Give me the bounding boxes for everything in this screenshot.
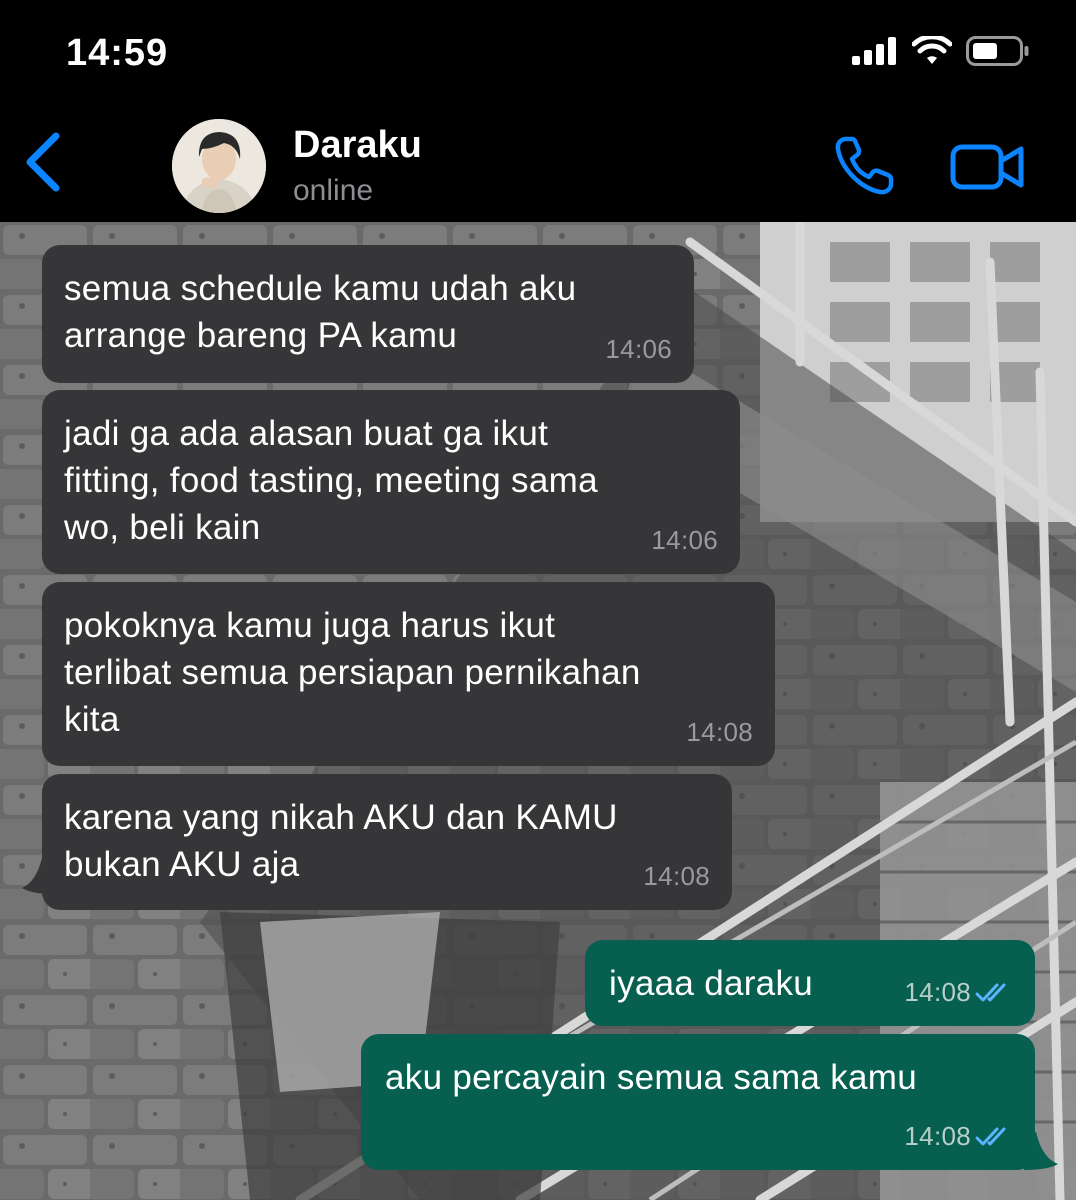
message-text: aku percayain semua sama kamu: [385, 1058, 918, 1097]
chat-header: Daraku online: [0, 104, 1076, 222]
contact-avatar[interactable]: [172, 119, 266, 213]
status-icons: [852, 36, 1030, 66]
message-time: 14:08: [686, 717, 753, 747]
message-meta: 14:06: [605, 326, 672, 373]
message-bubble-outgoing[interactable]: iyaaa daraku 14:08: [585, 940, 1035, 1026]
message-time: 14:08: [643, 861, 710, 891]
message-meta: 14:08: [686, 709, 753, 756]
message-meta: 14:08: [643, 853, 710, 900]
message-text: pokoknya kamu juga harus ikut terlibat s…: [64, 606, 641, 739]
read-receipt-icon: [975, 1127, 1006, 1145]
bubble-tail: [1024, 1132, 1058, 1170]
message-time: 14:06: [651, 525, 718, 555]
message-time: 14:08: [904, 977, 971, 1007]
message-bubble-incoming[interactable]: karena yang nikah AKU dan KAMU bukan AKU…: [42, 774, 732, 910]
chat-area[interactable]: semua schedule kamu udah aku arrange bar…: [0, 222, 1076, 1200]
message-bubble-incoming[interactable]: semua schedule kamu udah aku arrange bar…: [42, 245, 694, 383]
back-button[interactable]: [22, 130, 66, 194]
status-bar: 14:59: [0, 0, 1076, 104]
contact-name[interactable]: Daraku: [293, 124, 422, 167]
status-time: 14:59: [66, 32, 169, 74]
message-text: jadi ga ada alasan buat ga ikut fitting,…: [64, 414, 598, 547]
avatar-photo: [172, 119, 266, 213]
chevron-left-icon: [26, 132, 60, 192]
contact-status: online: [293, 174, 374, 207]
message-bubble-outgoing[interactable]: aku percayain semua sama kamu 14:08: [361, 1034, 1035, 1170]
message-time: 14:08: [904, 1121, 971, 1151]
read-receipt-icon: [975, 983, 1006, 1001]
message-time: 14:06: [605, 334, 672, 364]
video-camera-icon: [950, 144, 1024, 190]
message-text: semua schedule kamu udah aku arrange bar…: [64, 269, 577, 355]
phone-icon: [835, 136, 894, 195]
wifi-icon: [912, 36, 952, 64]
video-call-button[interactable]: [950, 142, 1026, 192]
message-text: karena yang nikah AKU dan KAMU bukan AKU…: [64, 798, 618, 884]
message-bubble-incoming[interactable]: jadi ga ada alasan buat ga ikut fitting,…: [42, 390, 740, 574]
message-meta: 14:08: [904, 969, 1013, 1016]
cellular-signal-icon: [852, 37, 896, 65]
message-meta: 14:08: [904, 1113, 1013, 1160]
message-bubble-incoming[interactable]: pokoknya kamu juga harus ikut terlibat s…: [42, 582, 775, 766]
battery-icon: [966, 36, 1029, 66]
message-meta: 14:06: [651, 517, 718, 564]
voice-call-button[interactable]: [832, 134, 896, 198]
